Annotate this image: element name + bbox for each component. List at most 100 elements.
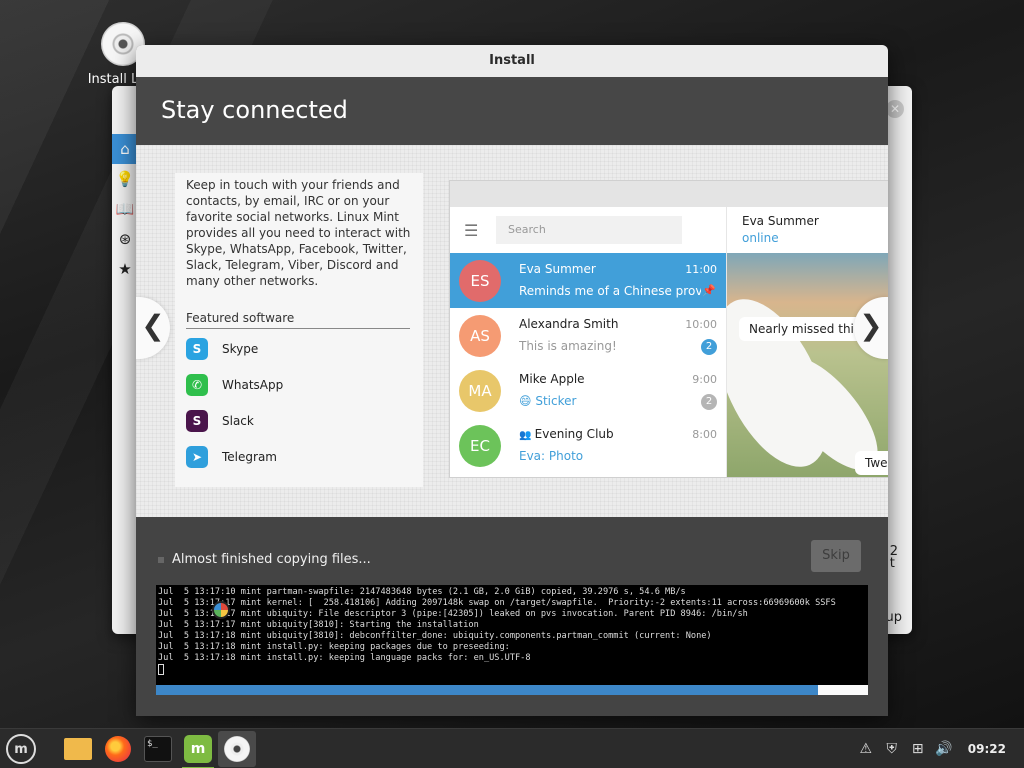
page-title: Stay connected bbox=[136, 77, 888, 145]
book-icon[interactable]: 📖 bbox=[112, 194, 138, 224]
chat-item: EC 👥 Evening Club 8:00 Eva: Photo bbox=[450, 418, 726, 473]
featured-app-label: Telegram bbox=[222, 450, 277, 464]
chat-item: AS Alexandra Smith 10:00 This is amazing! 2 bbox=[450, 308, 726, 363]
mint-menu-button[interactable]: m bbox=[6, 734, 36, 764]
chat-name-text: Eva Summer bbox=[519, 261, 596, 276]
featured-app-label: Skype bbox=[222, 342, 259, 356]
welcome-partial-text: 2 t bbox=[889, 544, 898, 571]
featured-app-label: WhatsApp bbox=[222, 378, 284, 392]
slack-icon: S bbox=[186, 410, 208, 432]
chat-list: ES Eva Summer 11:00 Reminds me of a Chinese… bbox=[450, 253, 726, 473]
chat-message: 😄 Sticker bbox=[519, 393, 577, 408]
chat-name: 👥 Evening Club bbox=[519, 427, 614, 441]
log-line: Jul 5 13:17:17 mint ubiquity: File descr… bbox=[158, 609, 748, 619]
chat-item: ES Eva Summer 11:00 Reminds me of a Chinese… bbox=[450, 253, 726, 308]
featured-app-slack: S Slack bbox=[186, 403, 412, 439]
chat-item: MA Mike Apple 9:00 😄 Sticker 2 bbox=[450, 363, 726, 418]
previous-slide-button[interactable]: ❮ bbox=[136, 297, 170, 359]
notification-icon[interactable]: ⚠ bbox=[854, 741, 878, 757]
close-icon[interactable]: ✕ bbox=[886, 100, 904, 118]
chat-time: 9:00 bbox=[692, 372, 717, 386]
conversation-header: Eva Summer online bbox=[727, 207, 888, 253]
terminal-launcher[interactable]: $_ bbox=[142, 733, 174, 765]
progress-bar bbox=[156, 685, 868, 695]
chat-message: Eva: Photo bbox=[519, 448, 584, 463]
log-line: Jul 5 13:17:17 mint ubiquity[3810]: Star… bbox=[158, 620, 479, 630]
unread-badge: 2 bbox=[701, 338, 717, 355]
chat-message: Reminds me of a Chinese prover... bbox=[519, 283, 701, 298]
network-icon[interactable]: ⊞ bbox=[906, 741, 930, 757]
message-bubble: Twe bbox=[855, 451, 888, 475]
slideshow: Keep in touch with your friends and cont… bbox=[136, 145, 888, 517]
lifebuoy-icon[interactable]: ⊛ bbox=[112, 224, 138, 254]
window-title[interactable]: Install bbox=[136, 45, 888, 77]
files-launcher[interactable] bbox=[62, 733, 94, 765]
conversation-status: online bbox=[742, 231, 779, 245]
chat-body: Alexandra Smith 10:00 This is amazing! 2 bbox=[519, 315, 726, 357]
conversation-name: Eva Summer bbox=[742, 214, 819, 228]
installer-task-button[interactable] bbox=[218, 731, 256, 767]
whatsapp-icon: ✆ bbox=[186, 374, 208, 396]
featured-app-label: Slack bbox=[222, 414, 254, 428]
chat-name-text: Mike Apple bbox=[519, 371, 585, 386]
welcome-sidebar: ⌂ 💡 📖 ⊛ ★ bbox=[112, 134, 138, 284]
chat-body: 👥 Evening Club 8:00 Eva: Photo bbox=[519, 425, 726, 467]
group-icon: 👥 bbox=[519, 429, 535, 441]
star-icon[interactable]: ★ bbox=[112, 254, 138, 284]
bulb-icon[interactable]: 💡 bbox=[112, 164, 138, 194]
featured-app-telegram: ➤ Telegram bbox=[186, 439, 412, 475]
info-card: Keep in touch with your friends and cont… bbox=[175, 173, 423, 487]
chat-message: This is amazing! bbox=[519, 338, 617, 353]
telegram-chat-list: ☰ Search ES Eva Summer 11:00 Reminds me of … bbox=[450, 207, 726, 477]
chat-name: Alexandra Smith bbox=[519, 317, 618, 331]
terminal-icon: $_ bbox=[144, 736, 172, 762]
conversation-photo: Nearly missed this s Twe bbox=[727, 253, 888, 477]
chat-body: Mike Apple 9:00 😄 Sticker 2 bbox=[519, 370, 726, 412]
featured-apps-list: S Skype ✆ WhatsApp S Slack ➤ Telegram bbox=[186, 331, 412, 475]
system-tray: ⚠ ⛨ ⊞ 🔊 09:22 bbox=[852, 729, 1024, 768]
mintinstall-launcher[interactable]: m bbox=[182, 733, 214, 768]
telegram-search-row: ☰ Search bbox=[450, 207, 726, 253]
unread-badge: 2 bbox=[701, 393, 717, 410]
progress-status: Almost finished copying files... bbox=[158, 552, 371, 567]
featured-app-skype: S Skype bbox=[186, 331, 412, 367]
firefox-launcher[interactable] bbox=[102, 733, 134, 765]
featured-app-whatsapp: ✆ WhatsApp bbox=[186, 367, 412, 403]
avatar: MA bbox=[459, 369, 501, 412]
telegram-topbar bbox=[450, 181, 888, 207]
pin-icon: 📌 bbox=[702, 283, 716, 297]
chat-time: 11:00 bbox=[685, 262, 717, 276]
install-log: Jul 5 13:17:10 mint partman-swapfile: 21… bbox=[156, 585, 868, 685]
skype-icon: S bbox=[186, 338, 208, 360]
firefox-icon bbox=[105, 736, 131, 762]
log-line: Jul 5 13:17:18 mint ubiquity[3810]: debc… bbox=[158, 631, 712, 641]
avatar: ES bbox=[459, 259, 501, 302]
telegram-search: Search bbox=[496, 216, 682, 244]
terminal-cursor bbox=[158, 664, 164, 675]
featured-software-title: Featured software bbox=[186, 311, 410, 329]
telegram-screenshot: ☰ Search ES Eva Summer 11:00 Reminds me of … bbox=[450, 181, 888, 477]
progress-area: Almost finished copying files... Skip Ju… bbox=[136, 517, 888, 716]
mint-icon: m bbox=[184, 735, 212, 763]
progress-bar-fill bbox=[156, 685, 819, 695]
log-lines: Jul 5 13:17:10 mint partman-swapfile: 21… bbox=[158, 587, 868, 664]
log-line: Jul 5 13:17:18 mint install.py: keeping … bbox=[158, 653, 531, 663]
chat-body: Eva Summer 11:00 Reminds me of a Chinese p… bbox=[519, 260, 726, 302]
shield-icon[interactable]: ⛨ bbox=[880, 741, 904, 757]
folder-icon bbox=[64, 738, 92, 760]
avatar: AS bbox=[459, 314, 501, 357]
chat-name: Mike Apple bbox=[519, 372, 585, 386]
install-window: Install Stay connected Keep in touch wit… bbox=[136, 45, 888, 716]
hamburger-icon: ☰ bbox=[464, 220, 479, 240]
chat-name: Eva Summer bbox=[519, 262, 596, 276]
skip-button[interactable]: Skip bbox=[811, 540, 861, 572]
clock[interactable]: 09:22 bbox=[968, 742, 1006, 756]
log-line: Jul 5 13:17:10 mint partman-swapfile: 21… bbox=[158, 587, 686, 597]
volume-icon[interactable]: 🔊 bbox=[932, 741, 956, 757]
avatar: EC bbox=[459, 424, 501, 467]
chat-time: 10:00 bbox=[685, 317, 717, 331]
busy-cursor-icon bbox=[212, 601, 230, 619]
home-icon[interactable]: ⌂ bbox=[112, 134, 138, 164]
taskbar: m $_ m ⚠ ⛨ ⊞ 🔊 09:22 bbox=[0, 728, 1024, 768]
log-line: Jul 5 13:17:17 mint kernel: [ 258.418106… bbox=[158, 598, 836, 608]
